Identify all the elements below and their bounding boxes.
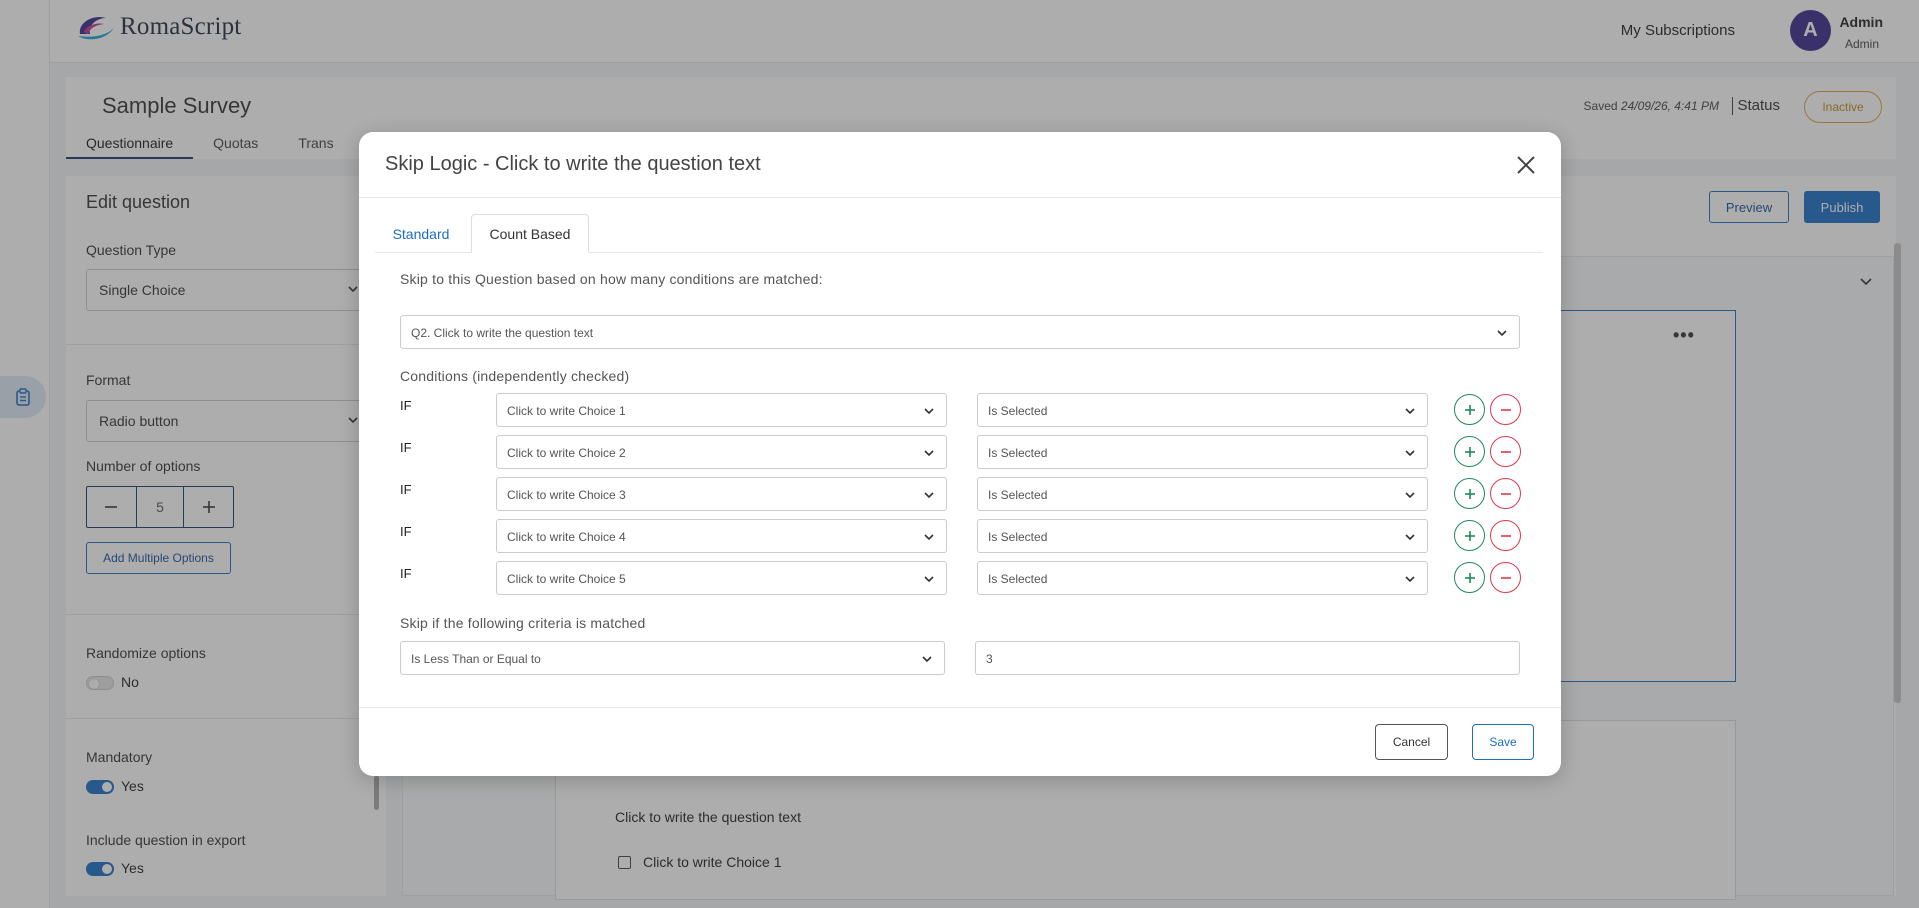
if-label: IF [400,482,412,497]
add-condition-button[interactable] [1454,520,1485,551]
chevron-down-icon [1405,576,1415,583]
remove-condition-button[interactable] [1490,436,1521,467]
chevron-down-icon [924,576,934,583]
close-icon[interactable] [1513,152,1539,178]
condition-operator-select[interactable]: Is Selected [977,519,1428,553]
criteria-operator-select[interactable]: Is Less Than or Equal to [400,641,945,675]
condition-operator-value: Is Selected [988,446,1048,460]
chevron-down-icon [924,492,934,499]
chevron-down-icon [1405,408,1415,415]
chevron-down-icon [1405,534,1415,541]
cancel-button[interactable]: Cancel [1375,724,1448,760]
chevron-down-icon [922,656,932,663]
if-label: IF [400,524,412,539]
condition-choice-select[interactable]: Click to write Choice 2 [496,435,947,469]
skip-intro-text: Skip to this Question based on how many … [400,271,823,287]
chevron-down-icon [924,534,934,541]
condition-operator-value: Is Selected [988,530,1048,544]
minus-icon [1500,408,1511,411]
tab-count-based[interactable]: Count Based [471,214,589,253]
plus-icon [1464,488,1475,499]
minus-icon [1500,576,1511,579]
condition-choice-select[interactable]: Click to write Choice 5 [496,561,947,595]
condition-choice-value: Click to write Choice 3 [507,488,626,502]
add-condition-button[interactable] [1454,562,1485,593]
minus-icon [1500,492,1511,495]
minus-icon [1500,534,1511,537]
chevron-down-icon [1497,330,1507,337]
condition-choice-value: Click to write Choice 4 [507,530,626,544]
condition-operator-value: Is Selected [988,404,1048,418]
condition-choice-value: Click to write Choice 5 [507,572,626,586]
condition-choice-select[interactable]: Click to write Choice 4 [496,519,947,553]
divider [359,707,1561,708]
chevron-down-icon [924,408,934,415]
save-button[interactable]: Save [1472,724,1534,760]
plus-icon [1464,404,1475,415]
condition-operator-select[interactable]: Is Selected [977,561,1428,595]
tab-standard[interactable]: Standard [375,214,467,253]
remove-condition-button[interactable] [1490,394,1521,425]
condition-operator-select[interactable]: Is Selected [977,477,1428,511]
condition-choice-value: Click to write Choice 1 [507,404,626,418]
chevron-down-icon [1405,492,1415,499]
modal-title: Skip Logic - Click to write the question… [385,153,761,175]
plus-icon [1464,446,1475,457]
skip-logic-modal: Skip Logic - Click to write the question… [359,132,1561,776]
if-label: IF [400,440,412,455]
chevron-down-icon [1405,450,1415,457]
condition-choice-select[interactable]: Click to write Choice 1 [496,393,947,427]
remove-condition-button[interactable] [1490,520,1521,551]
target-question-select[interactable]: Q2. Click to write the question text [400,315,1520,349]
conditions-heading: Conditions (independently checked) [400,368,630,384]
condition-choice-value: Click to write Choice 2 [507,446,626,460]
if-label: IF [400,566,412,581]
condition-operator-value: Is Selected [988,572,1048,586]
criteria-value-input[interactable]: 3 [975,641,1520,675]
add-condition-button[interactable] [1454,436,1485,467]
plus-icon [1464,530,1475,541]
criteria-heading: Skip if the following criteria is matche… [400,615,646,631]
add-condition-button[interactable] [1454,394,1485,425]
if-label: IF [400,398,412,413]
remove-condition-button[interactable] [1490,562,1521,593]
condition-choice-select[interactable]: Click to write Choice 3 [496,477,947,511]
minus-icon [1500,450,1511,453]
criteria-operator-value: Is Less Than or Equal to [411,652,541,666]
chevron-down-icon [924,450,934,457]
condition-operator-select[interactable]: Is Selected [977,435,1428,469]
add-condition-button[interactable] [1454,478,1485,509]
divider [359,197,1561,198]
condition-operator-value: Is Selected [988,488,1048,502]
target-question-value: Q2. Click to write the question text [411,326,594,340]
condition-operator-select[interactable]: Is Selected [977,393,1428,427]
remove-condition-button[interactable] [1490,478,1521,509]
plus-icon [1464,572,1475,583]
